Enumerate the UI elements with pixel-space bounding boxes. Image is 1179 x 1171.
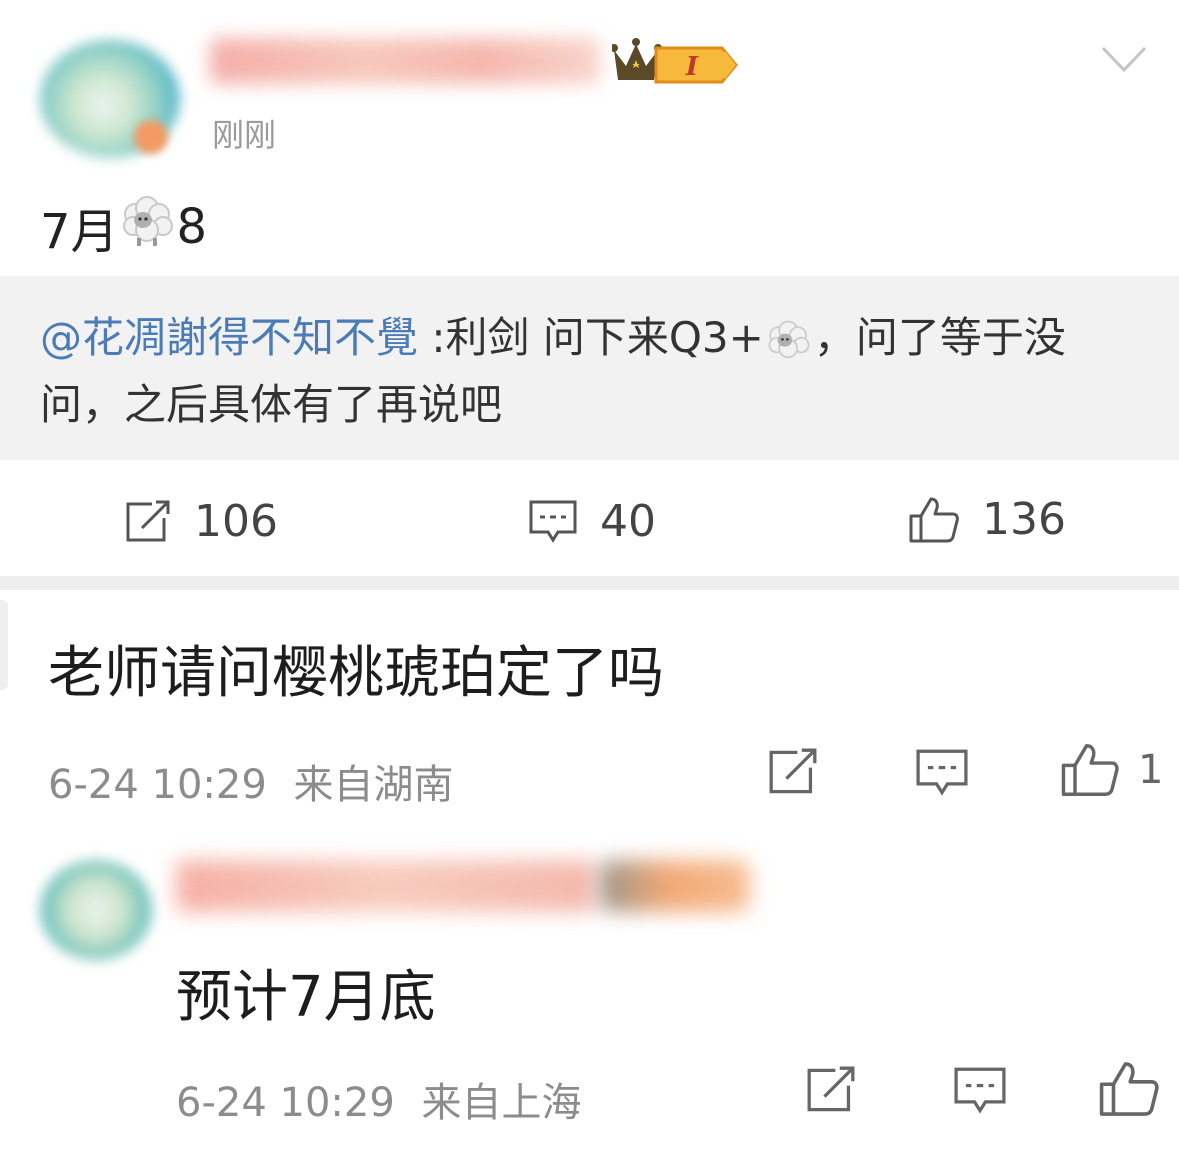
- repost-icon: [126, 500, 170, 541]
- crown-icon: I: [610, 38, 738, 84]
- sheep-emoji-icon: [764, 309, 814, 373]
- reply-comment-button[interactable]: [952, 1066, 1008, 1120]
- avatar-verified-badge: [134, 120, 168, 154]
- reply-author-name-blurred[interactable]: [176, 860, 596, 912]
- post-timestamp: 刚刚: [212, 116, 277, 154]
- comment-icon: [529, 500, 577, 543]
- post-text-suffix: 8: [176, 199, 208, 255]
- repost-button[interactable]: 106: [124, 496, 278, 547]
- reply-author-badge-blurred: [600, 860, 750, 912]
- comment-like-count: 1: [1138, 747, 1164, 793]
- crown-level-badge[interactable]: I: [610, 38, 742, 92]
- thumbs-up-icon: [909, 497, 959, 542]
- mention-link[interactable]: @花凋謝得不知不覺: [40, 313, 418, 362]
- reply-time: 6-24 10:29: [176, 1080, 395, 1126]
- quote-text-part1: :利剑 问下来Q3+: [418, 313, 764, 362]
- reply-location: 来自上海: [421, 1080, 582, 1126]
- repost-count: 106: [194, 496, 278, 547]
- reply-like-button[interactable]: [1098, 1060, 1160, 1122]
- reply-meta: 6-24 10:29 来自上海: [176, 1070, 582, 1128]
- comment-icon: [916, 749, 968, 796]
- repost-icon: [807, 1066, 855, 1112]
- comment-button[interactable]: 40: [528, 496, 656, 547]
- comment-repost-button[interactable]: [766, 748, 820, 800]
- comment-reply-button[interactable]: [914, 748, 970, 802]
- svg-text:I: I: [685, 52, 699, 82]
- reply-repost-button[interactable]: [804, 1066, 858, 1118]
- comment-time: 6-24 10:29: [48, 762, 267, 808]
- comment-text: 老师请问樱桃琥珀定了吗: [48, 641, 664, 706]
- repost-icon: [769, 748, 817, 794]
- comment-count: 40: [600, 496, 656, 547]
- comment-location: 来自湖南: [293, 762, 454, 808]
- post-content: 7月 8: [40, 192, 207, 262]
- comment-icon: [954, 1067, 1006, 1114]
- thumbs-up-icon: [1061, 744, 1119, 796]
- comment-meta: 6-24 10:29 来自湖南: [48, 752, 454, 810]
- comment-like-button[interactable]: 1: [1060, 742, 1163, 798]
- like-count: 136: [982, 494, 1066, 545]
- chevron-down-icon[interactable]: [1100, 44, 1148, 78]
- post-text-prefix: 7月: [40, 204, 119, 260]
- thumbs-up-icon: [1099, 1062, 1159, 1116]
- reply-author-avatar[interactable]: [40, 860, 152, 960]
- author-name-blurred[interactable]: [210, 38, 600, 84]
- sheep-emoji-icon: [119, 194, 177, 260]
- comment-edge: [0, 600, 8, 690]
- section-divider: [0, 576, 1179, 590]
- like-button[interactable]: 136: [908, 494, 1066, 545]
- quoted-post-text: @花凋謝得不知不覺 :利剑 问下来Q3+ ，问了等于没问，之后具体有了再说吧: [40, 306, 1140, 437]
- reply-text: 预计7月底: [176, 965, 436, 1030]
